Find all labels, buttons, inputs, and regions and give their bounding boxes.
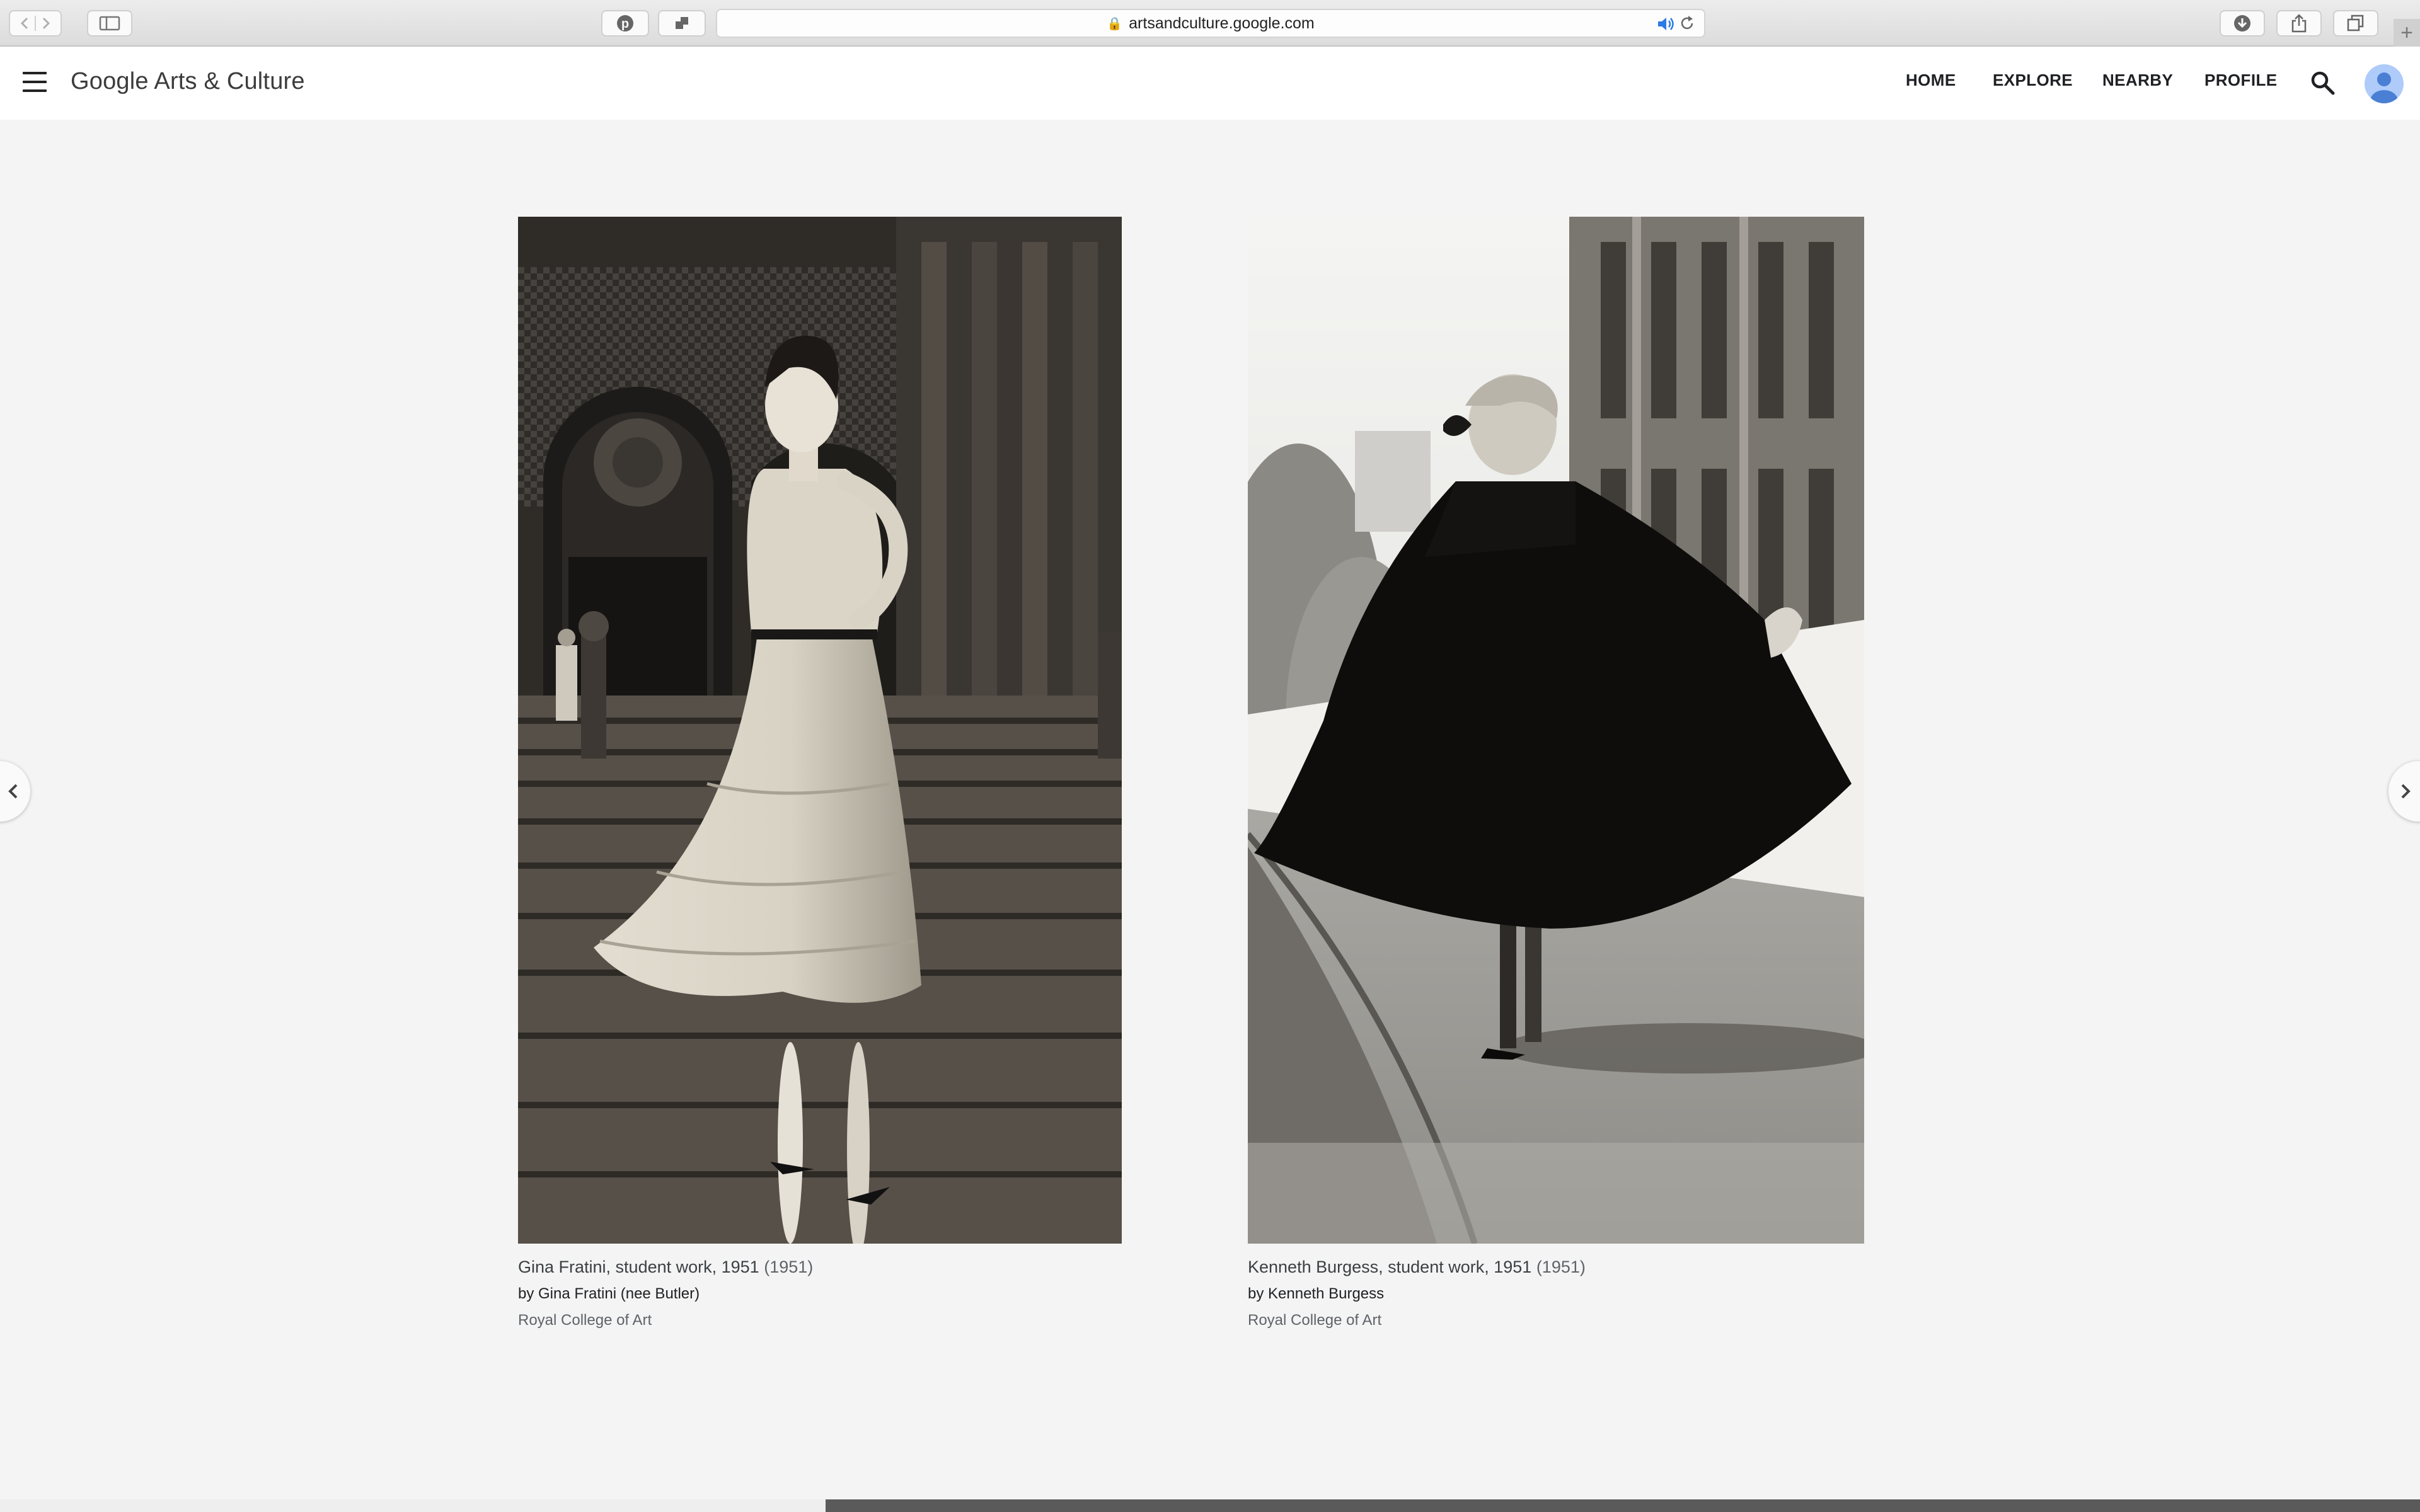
artwork-creator[interactable]: by Gina Fratini (nee Butler) (518, 1285, 700, 1303)
url-text: artsandculture.google.com (1129, 14, 1315, 32)
sidebar-toggle-button[interactable] (87, 10, 132, 37)
artwork-title[interactable]: Kenneth Burgess, student work, 1951 (195… (1248, 1257, 1586, 1277)
site-header: Google Arts & Culture HOME EXPLORE NEARB… (0, 47, 2420, 120)
artwork-title-text[interactable]: Gina Fratini, student work, 1951 (518, 1257, 759, 1276)
artwork-photo-woman-in-cape (1248, 217, 1864, 1244)
sidebar-icon (99, 16, 120, 31)
artwork-institution[interactable]: Royal College of Art (518, 1312, 652, 1329)
hamburger-menu-icon[interactable] (23, 72, 47, 92)
new-tab-plus-icon[interactable]: + (2394, 19, 2420, 47)
lock-icon: 🔒 (1107, 16, 1123, 31)
previous-button[interactable] (0, 761, 30, 822)
back-forward-icon (20, 16, 50, 31)
address-bar[interactable]: 🔒 artsandculture.google.com (716, 9, 1705, 38)
artwork-title[interactable]: Gina Fratini, student work, 1951 (1951) (518, 1257, 813, 1277)
nav-explore[interactable]: EXPLORE (1993, 71, 2073, 90)
downloads-button[interactable] (2220, 10, 2265, 37)
search-icon[interactable] (2309, 69, 2337, 97)
reload-icon[interactable] (1678, 14, 1697, 37)
brand-logo[interactable]: Google Arts & Culture (71, 68, 305, 95)
share-icon (2291, 14, 2307, 33)
share-button[interactable] (2276, 10, 2322, 37)
svg-text:p: p (621, 17, 629, 31)
tab-overview-button[interactable] (2333, 10, 2378, 37)
back-forward-buttons[interactable] (9, 10, 62, 37)
artwork-creator[interactable]: by Kenneth Burgess (1248, 1285, 1384, 1303)
tabs-icon (2347, 14, 2364, 32)
nav-profile[interactable]: PROFILE (2204, 71, 2277, 90)
extension-button[interactable] (658, 10, 706, 37)
extension-puzzle-icon (676, 17, 688, 29)
chevron-right-icon (2401, 784, 2411, 799)
artwork-title-text[interactable]: Kenneth Burgess, student work, 1951 (1248, 1257, 1531, 1276)
artwork-year: (1951) (1536, 1257, 1586, 1276)
download-icon (2234, 15, 2250, 32)
scrollbar-thumb[interactable] (0, 1499, 826, 1512)
pinterest-extension-button[interactable]: p (601, 10, 649, 37)
next-button[interactable] (2388, 761, 2420, 822)
account-avatar-icon[interactable] (2365, 64, 2404, 103)
artwork-photo-woman-in-dress (518, 217, 1122, 1244)
browser-toolbar: p 🔒 artsandculture.google.com + (0, 0, 2420, 47)
pinterest-icon: p (617, 15, 633, 32)
horizontal-scrollbar[interactable] (0, 1499, 2420, 1512)
nav-home[interactable]: HOME (1906, 71, 1956, 90)
artwork-image-gina-fratini[interactable] (518, 217, 1122, 1244)
nav-nearby[interactable]: NEARBY (2102, 71, 2173, 90)
artwork-year: (1951) (764, 1257, 814, 1276)
speaker-icon[interactable] (1656, 15, 1675, 37)
chevron-left-icon (8, 784, 18, 799)
artwork-image-kenneth-burgess[interactable] (1248, 217, 1864, 1244)
artwork-institution[interactable]: Royal College of Art (1248, 1312, 1381, 1329)
